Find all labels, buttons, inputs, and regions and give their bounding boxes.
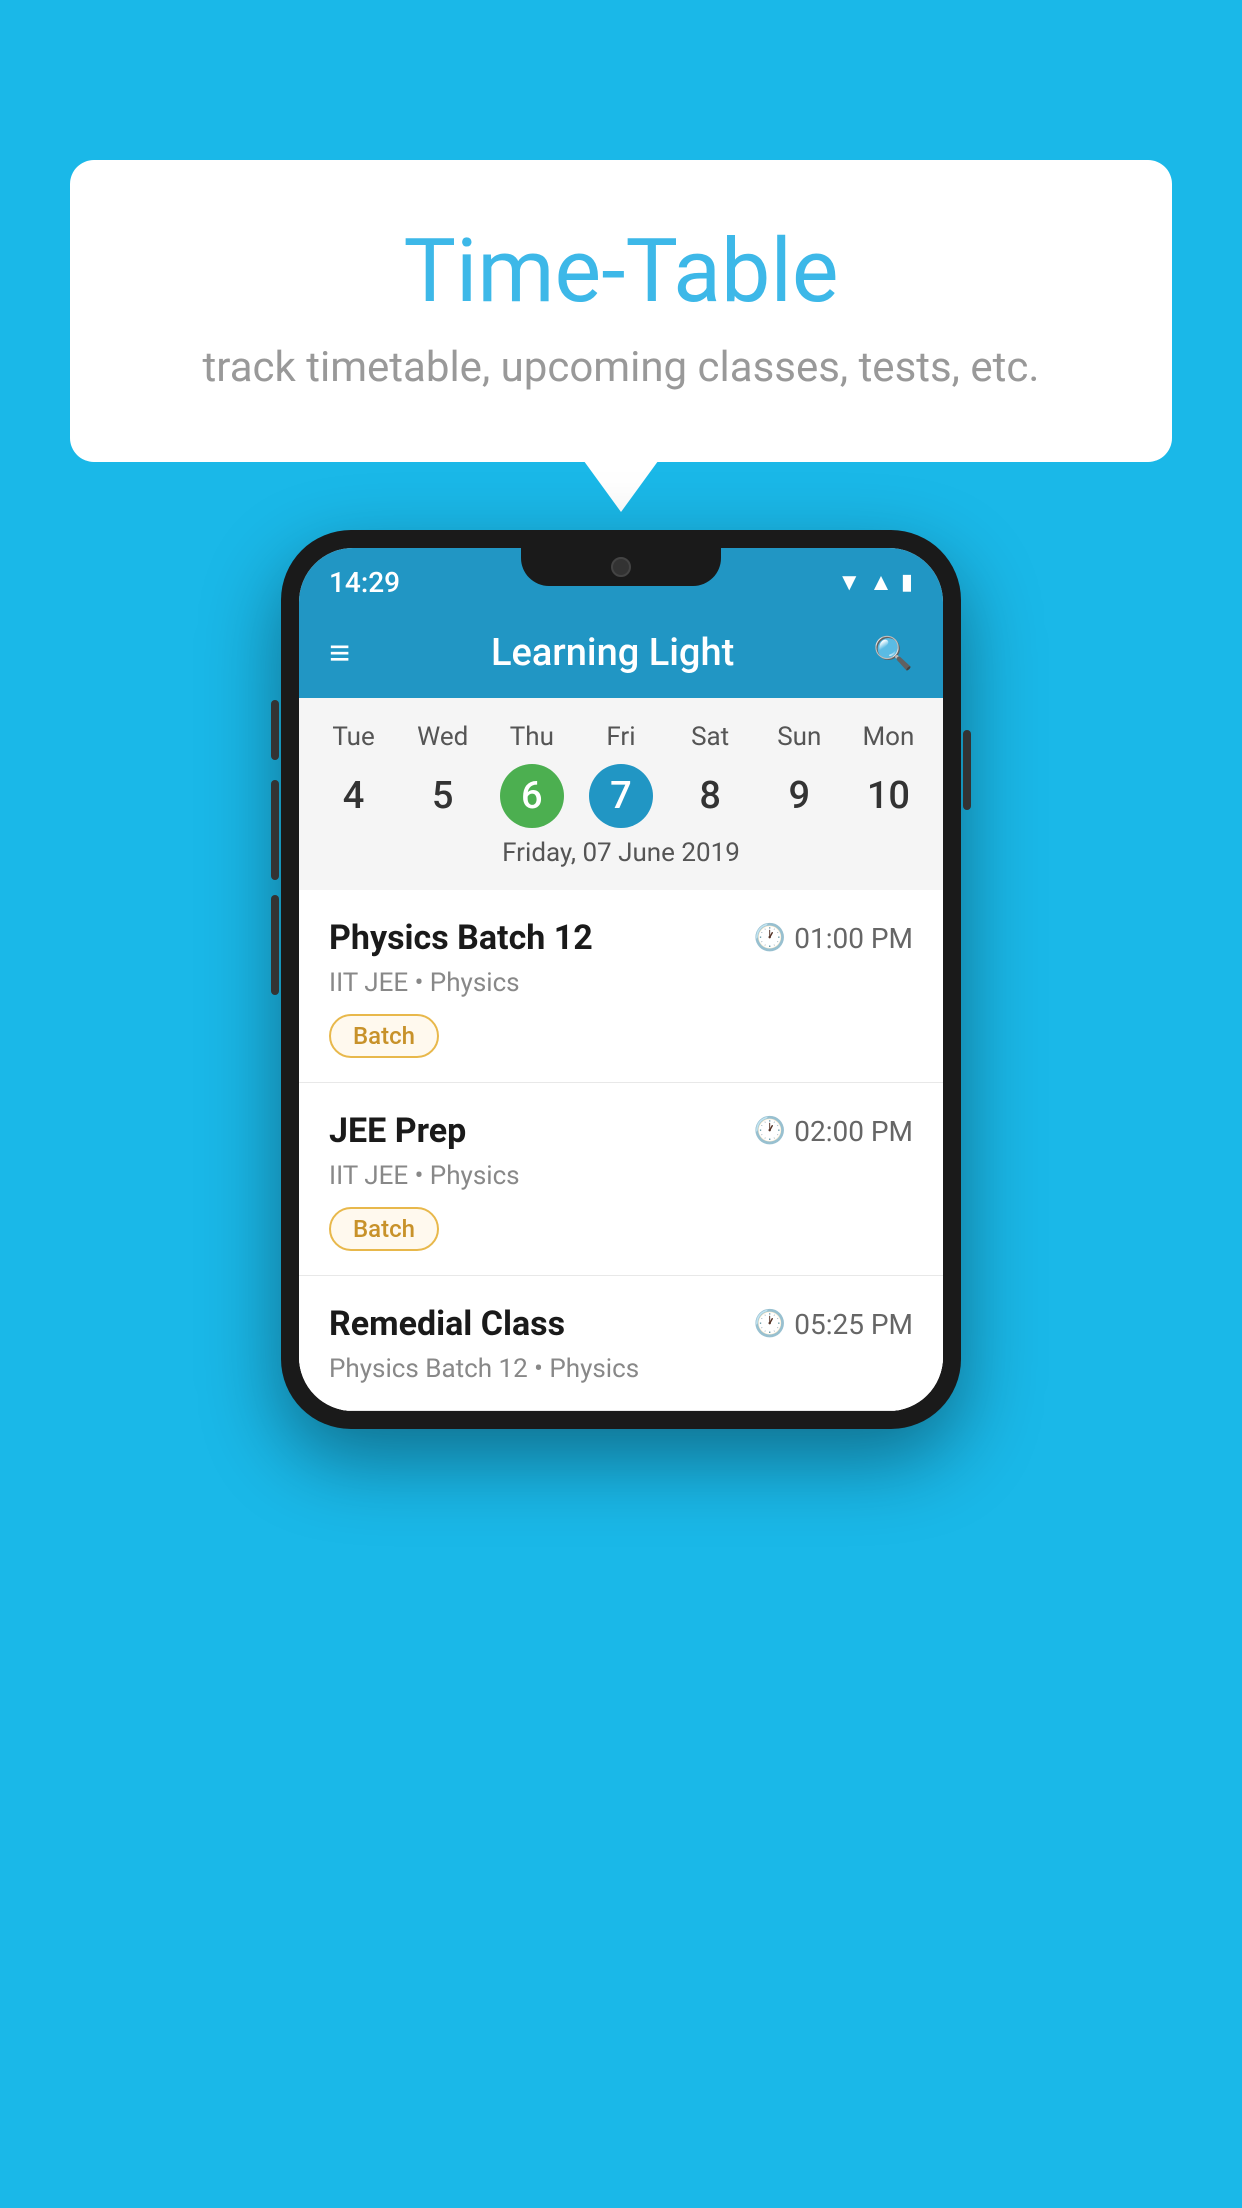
volume-up-button	[271, 780, 279, 880]
event-time: 🕐 05:25 PM	[754, 1308, 913, 1341]
status-time: 14:29	[329, 566, 400, 599]
day-5[interactable]: 5	[398, 764, 487, 828]
battery-icon: ▮	[901, 570, 913, 595]
bubble-subtitle: track timetable, upcoming classes, tests…	[150, 343, 1092, 392]
calendar-section: Tue Wed Thu Fri Sat Sun Mon 4 5 6 7 8	[299, 698, 943, 890]
event-name: Physics Batch 12	[329, 918, 593, 958]
day-wed: Wed	[398, 714, 487, 760]
selected-date-label: Friday, 07 June 2019	[299, 828, 943, 882]
day-sun: Sun	[755, 714, 844, 760]
day-sat: Sat	[666, 714, 755, 760]
day-9[interactable]: 9	[755, 764, 844, 828]
status-icons: ▼ ▲ ▮	[837, 568, 913, 597]
event-time: 🕐 01:00 PM	[754, 922, 913, 955]
volume-button-right	[963, 730, 971, 810]
event-name: Remedial Class	[329, 1304, 565, 1344]
event-top-row: Physics Batch 12 🕐 01:00 PM	[329, 918, 913, 958]
event-badge: Batch	[329, 1207, 439, 1251]
search-icon[interactable]: 🔍	[873, 634, 913, 672]
clock-icon: 🕐	[754, 923, 786, 953]
day-fri: Fri	[576, 714, 665, 760]
event-item: JEE Prep 🕐 02:00 PM IIT JEE • Physics Ba…	[299, 1083, 943, 1276]
event-top-row: Remedial Class 🕐 05:25 PM	[329, 1304, 913, 1344]
days-header: Tue Wed Thu Fri Sat Sun Mon	[299, 714, 943, 760]
speech-bubble-section: Time-Table track timetable, upcoming cla…	[70, 160, 1172, 462]
day-mon: Mon	[844, 714, 933, 760]
bubble-title: Time-Table	[150, 220, 1092, 323]
volume-down-button	[271, 895, 279, 995]
wifi-icon: ▼	[837, 568, 861, 597]
event-meta: IIT JEE • Physics	[329, 1161, 913, 1191]
event-time: 🕐 02:00 PM	[754, 1115, 913, 1148]
day-8[interactable]: 8	[666, 764, 755, 828]
phone-camera	[611, 557, 631, 577]
day-7-selected[interactable]: 7	[589, 764, 653, 828]
event-item: Remedial Class 🕐 05:25 PM Physics Batch …	[299, 1276, 943, 1411]
event-meta: IIT JEE • Physics	[329, 968, 913, 998]
phone-frame: 14:29 ▼ ▲ ▮ ≡ Learning Light 🔍 T	[281, 530, 961, 1429]
day-tue: Tue	[309, 714, 398, 760]
clock-icon: 🕐	[754, 1116, 786, 1146]
day-6-today[interactable]: 6	[500, 764, 564, 828]
phone-notch	[521, 548, 721, 586]
speech-bubble: Time-Table track timetable, upcoming cla…	[70, 160, 1172, 462]
app-header: ≡ Learning Light 🔍	[299, 608, 943, 698]
event-item: Physics Batch 12 🕐 01:00 PM IIT JEE • Ph…	[299, 890, 943, 1083]
menu-icon[interactable]: ≡	[329, 632, 352, 674]
app-title: Learning Light	[491, 631, 734, 675]
day-4[interactable]: 4	[309, 764, 398, 828]
day-thu: Thu	[487, 714, 576, 760]
signal-icon: ▲	[869, 568, 893, 597]
event-badge: Batch	[329, 1014, 439, 1058]
event-name: JEE Prep	[329, 1111, 466, 1151]
day-10[interactable]: 10	[844, 764, 933, 828]
event-top-row: JEE Prep 🕐 02:00 PM	[329, 1111, 913, 1151]
clock-icon: 🕐	[754, 1309, 786, 1339]
events-list: Physics Batch 12 🕐 01:00 PM IIT JEE • Ph…	[299, 890, 943, 1411]
phone-screen: 14:29 ▼ ▲ ▮ ≡ Learning Light 🔍 T	[299, 548, 943, 1411]
event-meta: Physics Batch 12 • Physics	[329, 1354, 913, 1384]
phone-mockup: 14:29 ▼ ▲ ▮ ≡ Learning Light 🔍 T	[281, 530, 961, 1429]
days-numbers: 4 5 6 7 8 9 10	[299, 764, 943, 828]
power-button	[271, 700, 279, 760]
